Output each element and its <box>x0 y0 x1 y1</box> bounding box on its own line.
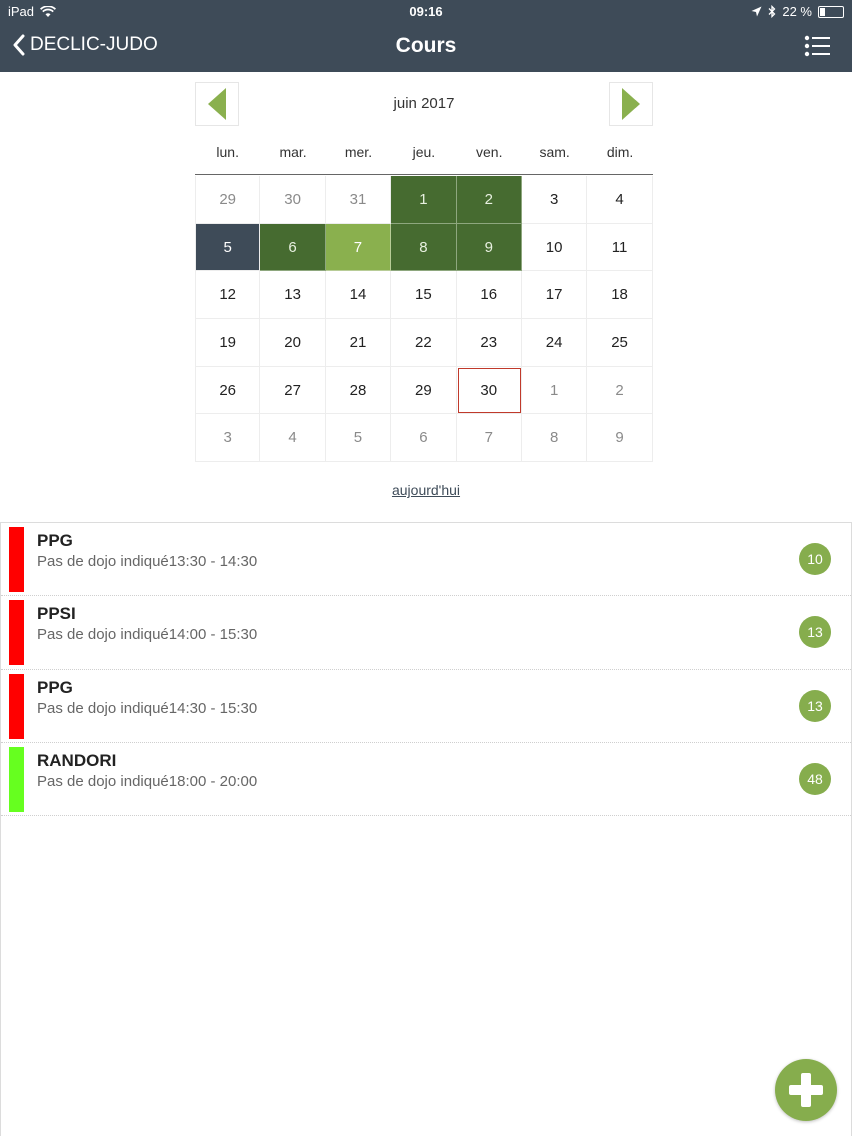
course-subtitle: Pas de dojo indiqué14:00 - 15:30 <box>37 626 258 644</box>
status-time: 09:16 <box>409 4 443 19</box>
calendar: juin 2017 lun. mar. mer. jeu. ven. sam. dim. 2… <box>195 82 653 463</box>
calendar-week-row: 3456789 <box>195 414 653 463</box>
calendar-day[interactable]: 12 <box>195 271 261 320</box>
calendar-day[interactable]: 3 <box>195 414 261 463</box>
next-month-button[interactable] <box>609 82 653 126</box>
calendar-day[interactable]: 19 <box>195 319 261 367</box>
bluetooth-icon <box>768 5 776 18</box>
participant-count-badge: 13 <box>799 689 831 722</box>
calendar-day[interactable]: 11 <box>587 223 653 272</box>
course-item[interactable]: RANDORI Pas de dojo indiqué18:00 - 20:00 4… <box>1 743 851 817</box>
calendar-day[interactable]: 7 <box>325 223 392 272</box>
calendar-day[interactable]: 8 <box>391 223 457 272</box>
calendar-day[interactable]: 3 <box>521 176 588 224</box>
list-menu-icon <box>804 35 830 57</box>
calendar-day[interactable]: 29 <box>195 176 261 224</box>
calendar-day[interactable]: 23 <box>456 319 522 367</box>
calendar-day[interactable]: 6 <box>260 223 326 272</box>
calendar-day[interactable]: 4 <box>587 176 653 224</box>
course-subtitle: Pas de dojo indiqué14:30 - 15:30 <box>37 699 258 717</box>
calendar-day[interactable]: 25 <box>587 319 653 367</box>
calendar-day[interactable]: 8 <box>521 414 588 463</box>
calendar-day[interactable]: 2 <box>587 366 653 415</box>
weekday-divider <box>195 174 653 175</box>
participant-count-badge: 10 <box>799 543 831 575</box>
menu-button[interactable] <box>804 34 832 58</box>
add-course-button[interactable] <box>775 1059 837 1121</box>
calendar-day[interactable]: 17 <box>521 271 588 320</box>
calendar-day[interactable]: 6 <box>391 414 457 463</box>
course-color-bar <box>9 673 24 739</box>
calendar-day[interactable]: 21 <box>325 319 392 367</box>
calendar-day[interactable]: 14 <box>325 271 392 320</box>
calendar-day[interactable]: 9 <box>456 223 522 272</box>
participant-count-badge: 13 <box>799 616 831 649</box>
course-item[interactable]: PPSI Pas de dojo indiqué14:00 - 15:30 13 <box>1 596 851 670</box>
battery-icon <box>818 5 844 18</box>
calendar-day[interactable]: 26 <box>195 366 261 415</box>
course-item[interactable]: PPG Pas de dojo indiqué13:30 - 14:30 10 <box>1 523 851 597</box>
course-subtitle: Pas de dojo indiqué18:00 - 20:00 <box>37 772 258 790</box>
calendar-week-row: 29 30 31 1 2 3 4 <box>195 176 653 224</box>
weekday-header: lun. mar. mer. jeu. ven. sam. dim. <box>195 144 653 160</box>
calendar-week-row: 19 20 21 22 23 24 25 <box>195 319 653 367</box>
participant-count-badge: 48 <box>799 762 831 795</box>
calendar-day[interactable]: 1 <box>521 366 588 415</box>
calendar-week-row: 5 6 7 8 9 10 11 <box>195 223 653 272</box>
calendar-day[interactable]: 29 <box>391 366 457 415</box>
calendar-day[interactable]: 20 <box>260 319 326 367</box>
calendar-day[interactable]: 16 <box>456 271 522 320</box>
weekday-label: mer. <box>344 144 373 160</box>
month-label: juin 2017 <box>393 95 455 112</box>
status-bar: iPad 09:16 22 % <box>0 0 852 24</box>
weekday-label: lun. <box>216 144 239 160</box>
weekday-label: sam. <box>539 144 570 160</box>
nav-bar: DECLIC-JUDO Cours <box>0 24 852 72</box>
app-header: iPad 09:16 22 % DECLIC-JUDO Cours <box>0 0 852 72</box>
calendar-day[interactable]: 22 <box>391 319 457 367</box>
plus-icon <box>789 1073 823 1107</box>
calendar-day[interactable]: 18 <box>587 271 653 320</box>
calendar-day[interactable]: 15 <box>391 271 457 320</box>
weekday-label: mar. <box>279 144 307 160</box>
calendar-day[interactable]: 13 <box>260 271 326 320</box>
calendar-day[interactable]: 5 <box>325 414 392 463</box>
calendar-day[interactable]: 1 <box>391 176 457 224</box>
location-icon <box>751 6 762 17</box>
course-title: PPG <box>37 677 73 697</box>
calendar-week-row: 26 27 28 29 30 1 2 <box>195 366 653 415</box>
calendar-day[interactable]: 31 <box>325 176 392 224</box>
course-title: RANDORI <box>37 750 117 770</box>
calendar-day[interactable]: 9 <box>587 414 653 463</box>
calendar-day[interactable]: 7 <box>456 414 522 463</box>
calendar-week-row: 12 13 14 15 16 17 18 <box>195 271 653 320</box>
weekday-label: ven. <box>476 144 503 160</box>
course-subtitle: Pas de dojo indiqué13:30 - 14:30 <box>37 553 258 570</box>
course-list: PPG Pas de dojo indiqué13:30 - 14:30 10 PPS… <box>0 522 852 1136</box>
calendar-day[interactable]: 2 <box>456 176 522 224</box>
course-title: PPSI <box>37 604 76 624</box>
calendar-day[interactable]: 30 <box>456 366 522 415</box>
calendar-day[interactable]: 28 <box>325 366 392 415</box>
course-color-bar <box>9 746 24 812</box>
course-color-bar <box>9 527 24 592</box>
calendar-day[interactable]: 24 <box>521 319 588 367</box>
course-item[interactable]: PPG Pas de dojo indiqué14:30 - 15:30 13 <box>1 670 851 743</box>
today-link[interactable]: aujourd'hui <box>0 482 852 498</box>
calendar-header: juin 2017 <box>195 82 653 126</box>
page-title: Cours <box>395 34 457 57</box>
weekday-label: dim. <box>606 144 634 160</box>
status-right: 22 % <box>751 4 844 19</box>
battery-percent: 22 % <box>782 4 812 19</box>
calendar-grid: 29 30 31 1 2 3 4 5 6 7 8 9 10 11 12 13 14 15 16 17 18 19 20 21 2… <box>195 176 653 463</box>
calendar-day[interactable]: 4 <box>260 414 326 463</box>
weekday-label: jeu. <box>412 144 436 160</box>
course-color-bar <box>9 600 24 666</box>
course-title: PPG <box>37 531 73 550</box>
triangle-right-icon <box>622 88 640 120</box>
calendar-day[interactable]: 10 <box>521 223 588 272</box>
calendar-day[interactable]: 5 <box>195 223 261 272</box>
calendar-day[interactable]: 30 <box>260 176 326 224</box>
calendar-day[interactable]: 27 <box>260 366 326 415</box>
